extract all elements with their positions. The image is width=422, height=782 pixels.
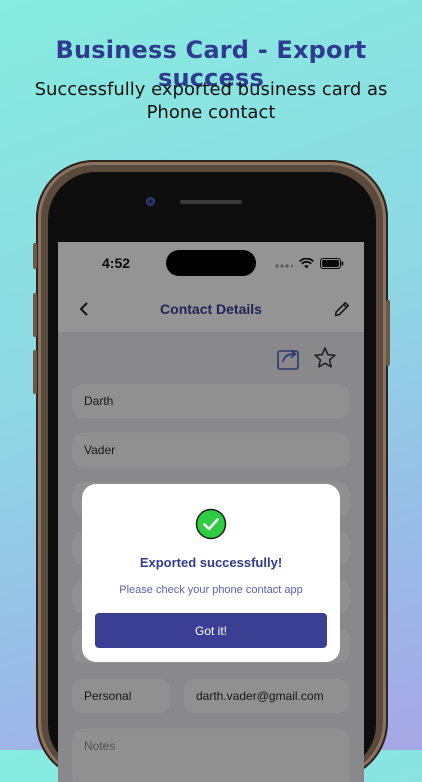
phone-power-button	[386, 300, 390, 366]
dialog-title: Exported successfully!	[139, 555, 283, 570]
phone-volume-down	[33, 350, 37, 394]
check-circle-icon	[195, 508, 227, 540]
dialog-message: Please check your phone contact app	[119, 584, 303, 596]
phone-silent-switch	[33, 243, 37, 269]
export-success-dialog: Exported successfully! Please check your…	[82, 484, 340, 662]
banner-subline-line-2: Phone contact	[146, 102, 276, 123]
front-camera	[146, 197, 155, 206]
banner-subline: Successfully exported business card as Ph…	[30, 78, 392, 124]
earpiece-speaker	[180, 200, 242, 204]
banner-subline-line-1: Successfully exported business card as	[34, 79, 388, 100]
phone-volume-up	[33, 293, 37, 337]
got-it-button[interactable]: Got it!	[95, 613, 327, 648]
phone-screen: 4:52 Contact Details Darth Vader Persona…	[58, 242, 364, 782]
